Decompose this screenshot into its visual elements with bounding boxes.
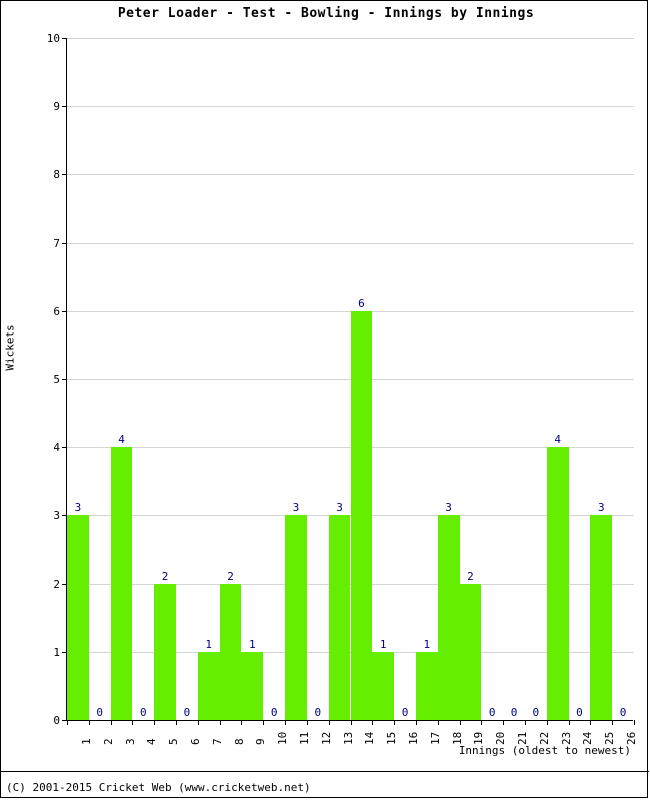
- x-axis-tick-label: 1: [79, 738, 93, 745]
- x-axis-tick-label: 18: [450, 731, 464, 745]
- bar-value-label: 3: [292, 501, 300, 515]
- x-axis-tick-label: 20: [494, 731, 508, 745]
- x-axis-tick-label: 21: [516, 731, 530, 745]
- y-axis-tick: [62, 38, 67, 39]
- y-axis-tick: [62, 106, 67, 108]
- y-axis-tick-label: 1: [53, 645, 60, 659]
- bar: [459, 583, 482, 720]
- y-axis-tick-label: 8: [53, 168, 60, 182]
- x-axis-tick-label: 14: [363, 731, 377, 745]
- y-axis-tick-label: 4: [53, 441, 60, 455]
- bar-value-label: 0: [401, 706, 409, 719]
- gridline: [67, 242, 634, 244]
- bar: [437, 515, 460, 720]
- copyright-notice: (C) 2001-2015 Cricket Web (www.cricketwe…: [6, 781, 311, 794]
- bar-value-label: 0: [183, 706, 191, 719]
- bar-value-label: 0: [510, 706, 518, 719]
- y-axis-tick: [62, 174, 67, 176]
- bar: [590, 515, 613, 720]
- footer-divider: [1, 771, 649, 772]
- bar-value-label: 0: [96, 706, 103, 719]
- bar-value-label: 0: [314, 706, 322, 719]
- x-axis-tick-labels: 1 2 3 4 5 6 7 8 9 10 11 12 13 14 15 16 17 18 19 20 21 22 23 24 2…: [66, 723, 638, 763]
- x-axis-tick-label: 11: [297, 731, 311, 745]
- bar-value-label: 3: [74, 501, 82, 515]
- bar-value-label: 2: [161, 569, 169, 583]
- x-axis-tick-label: 12: [319, 731, 333, 745]
- bar: [415, 651, 438, 720]
- x-axis-tick-label: 4: [145, 738, 159, 745]
- y-axis-tick-label: 0: [53, 714, 60, 727]
- x-axis-tick-label: 10: [276, 731, 290, 745]
- x-axis-tick-label: 23: [559, 731, 573, 745]
- gridline: [67, 106, 634, 108]
- y-axis-tick: [62, 447, 67, 449]
- x-axis-tick-label: 25: [603, 731, 617, 745]
- gridline: [67, 38, 634, 39]
- y-axis-tick: [62, 379, 67, 380]
- plot-area: 3 0 4 0 2 0 1 2 1 0 3 0 3 6 1 0 1 3 2 0 0 0 4 0 3 0: [62, 38, 635, 725]
- x-axis-tick: [634, 720, 635, 725]
- bar-value-label: 0: [488, 706, 496, 719]
- x-axis-tick-label: 6: [188, 738, 202, 745]
- gridline: [67, 174, 634, 176]
- bar-value-label: 4: [118, 433, 125, 447]
- bar-value-label: 3: [336, 501, 343, 515]
- bar-value-label: 6: [358, 296, 365, 310]
- x-axis-tick-label: 26: [625, 731, 639, 745]
- bar: [328, 515, 351, 720]
- bar: [350, 310, 373, 720]
- x-axis-tick-label: 8: [232, 738, 246, 745]
- bar: [110, 447, 133, 720]
- x-axis-tick-label: 16: [407, 731, 421, 745]
- x-axis-tick-label: 22: [537, 731, 551, 745]
- bar-value-label: 0: [270, 706, 278, 719]
- bar-value-label: 3: [597, 501, 605, 515]
- x-axis-tick-label: 7: [210, 738, 224, 745]
- y-axis-tick: [62, 242, 67, 244]
- x-axis-tick-label: 9: [254, 738, 268, 745]
- y-axis-tick-label: 6: [53, 304, 60, 318]
- y-axis-title: Wickets: [3, 324, 17, 371]
- bar-value-label: 1: [379, 637, 387, 651]
- y-axis-tick-label: 3: [53, 509, 60, 523]
- x-axis-tick-label: 19: [472, 731, 486, 745]
- bar-value-label: 2: [227, 569, 234, 583]
- page-title: Peter Loader - Test - Bowling - Innings …: [117, 6, 535, 21]
- y-axis-tick-label: 10: [46, 32, 60, 45]
- bar: [285, 515, 307, 720]
- bar: [546, 447, 569, 720]
- y-axis-tick-labels: 0 1 2 3 4 5 6 7 8 9 10: [18, 33, 60, 726]
- x-axis-tick-label: 5: [167, 738, 181, 745]
- bar-value-label: 0: [532, 706, 540, 719]
- bar: [372, 651, 395, 720]
- bar-value-label: 4: [554, 433, 561, 447]
- bar-value-label: 0: [619, 706, 627, 719]
- y-axis-tick-label: 7: [53, 236, 60, 250]
- bar: [67, 515, 89, 720]
- x-axis-tick-label: 17: [428, 731, 442, 745]
- bar-value-label: 1: [423, 637, 431, 651]
- y-axis-tick-label: 9: [53, 100, 60, 114]
- x-axis-tick-label: 13: [341, 731, 355, 745]
- bar-value-label: 0: [140, 706, 147, 719]
- x-axis-tick-label: 3: [123, 738, 137, 745]
- x-axis-tick-label: 24: [581, 731, 595, 745]
- bar-value-label: 2: [467, 569, 474, 583]
- bar: [154, 583, 177, 720]
- x-axis-title: Innings (oldest to newest): [458, 744, 631, 757]
- bar-value-label: 0: [576, 706, 583, 719]
- chart-canvas: Peter Loader - Test - Bowling - Innings …: [0, 0, 649, 798]
- y-axis-tick-label: 2: [53, 577, 60, 591]
- bar: [241, 651, 264, 720]
- y-axis-tick-label: 5: [53, 373, 60, 386]
- bar: [197, 651, 220, 720]
- bar: [219, 583, 242, 720]
- y-axis-tick: [62, 310, 67, 312]
- x-axis-tick-label: 15: [385, 731, 399, 745]
- bar-value-label: 1: [249, 637, 256, 651]
- bar-value-label: 1: [205, 637, 213, 651]
- bar-value-label: 3: [445, 501, 452, 515]
- x-axis-tick-label: 2: [101, 738, 115, 745]
